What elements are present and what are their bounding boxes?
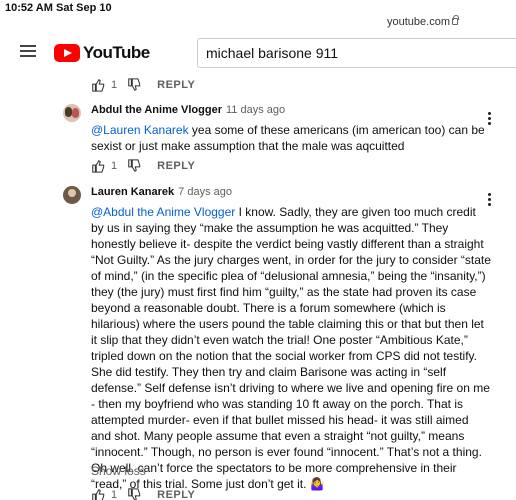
- reply-button[interactable]: REPLY: [157, 160, 195, 172]
- like-count: 1: [111, 79, 118, 91]
- status-time: 10:52 AM: [5, 2, 53, 14]
- play-icon: [54, 44, 80, 62]
- browser-url-bar[interactable]: youtube.com: [0, 14, 516, 32]
- comment-actions: 1 REPLY: [91, 488, 195, 500]
- thumbs-up-icon[interactable]: [91, 488, 105, 500]
- status-date: Sat Sep 10: [56, 2, 112, 14]
- thumbs-up-icon[interactable]: [91, 159, 105, 173]
- thumbs-down-icon[interactable]: [127, 488, 141, 500]
- search-input[interactable]: [197, 38, 516, 68]
- avatar[interactable]: [63, 104, 81, 122]
- url-domain[interactable]: youtube.com: [387, 16, 450, 28]
- comment-time: 7 days ago: [178, 186, 232, 198]
- youtube-logo[interactable]: YouTube: [54, 43, 150, 63]
- logo-text: YouTube: [83, 43, 150, 62]
- comment-text: @Lauren Kanarek yea some of these americ…: [91, 123, 485, 153]
- like-count: 1: [111, 489, 118, 500]
- menu-icon[interactable]: [20, 45, 36, 58]
- reply-button[interactable]: REPLY: [157, 79, 195, 91]
- thumbs-down-icon[interactable]: [127, 78, 141, 92]
- thumbs-up-icon[interactable]: [91, 78, 105, 92]
- comment-actions: 1 REPLY: [91, 159, 195, 173]
- show-less-button[interactable]: Show less: [91, 464, 146, 478]
- comment-actions: 1 REPLY: [91, 78, 195, 92]
- avatar[interactable]: [63, 186, 81, 204]
- mention-link[interactable]: @Lauren Kanarek: [91, 123, 189, 137]
- youtube-header: YouTube: [0, 34, 516, 70]
- like-count: 1: [111, 160, 118, 172]
- mention-link[interactable]: @Abdul the Anime Vlogger: [91, 205, 235, 219]
- comment-author[interactable]: Lauren Kanarek 7 days ago: [91, 186, 232, 198]
- comment-text: @Abdul the Anime Vlogger I know. Sadly, …: [91, 205, 491, 491]
- reply-button[interactable]: REPLY: [157, 489, 195, 500]
- comment-author[interactable]: Abdul the Anime Vlogger 11 days ago: [91, 104, 285, 116]
- thumbs-down-icon[interactable]: [127, 159, 141, 173]
- lock-icon: [452, 15, 459, 25]
- comment-time: 11 days ago: [226, 104, 286, 116]
